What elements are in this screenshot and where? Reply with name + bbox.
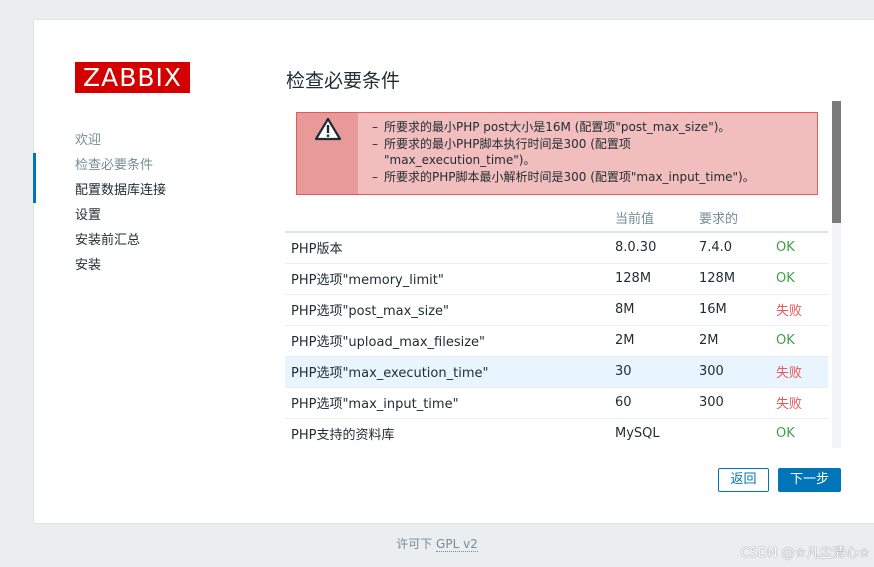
nav-step-install: 安装 <box>75 258 102 273</box>
row-required: 300 <box>699 356 776 388</box>
nav-step-check-prerequisites: 检查必要条件 <box>33 153 234 203</box>
next-step-button[interactable]: 下一步 <box>778 468 841 492</box>
row-required: 16M <box>699 294 776 326</box>
license-prefix: 许可下 <box>396 537 433 551</box>
row-name: PHP选项"memory_limit" <box>285 263 615 295</box>
row-name: PHP选项"max_input_time" <box>285 387 615 419</box>
row-status-ok: OK <box>776 263 828 295</box>
back-button[interactable]: 返回 <box>718 468 769 492</box>
alert-dash: – <box>372 120 378 134</box>
header-required: 要求的 <box>699 203 776 233</box>
error-alert: – 所要求的最小PHP post大小是16M (配置项"post_max_size… <box>296 112 818 195</box>
row-required <box>699 418 776 448</box>
zabbix-logo: ZABBIX <box>75 62 190 93</box>
prerequisites-scroll-area[interactable]: – 所要求的最小PHP post大小是16M (配置项"post_max_size… <box>285 101 842 448</box>
alert-text: 所要求的最小PHP post大小是16M (配置项"post_max_size"… <box>384 120 731 134</box>
row-current: 30 <box>615 356 699 388</box>
warning-icon <box>314 117 342 145</box>
row-current: MySQL <box>615 418 699 448</box>
row-current: 128M <box>615 263 699 295</box>
table-row-highlighted: PHP选项"max_execution_time" 30 300 失败 <box>285 356 828 388</box>
row-status-fail: 失败 <box>776 356 828 388</box>
csdn-watermark: CSDN @☆凡尘清心☆ <box>740 546 870 561</box>
vertical-scrollbar[interactable] <box>832 101 841 448</box>
setup-card: ZABBIX 欢迎 检查必要条件 配置数据库连接 设置 安装前汇总 安装 检查必… <box>33 19 874 524</box>
header-status <box>776 203 828 233</box>
row-name: PHP选项"upload_max_filesize" <box>285 325 615 357</box>
table-row: PHP选项"post_max_size" 8M 16M 失败 <box>285 294 828 326</box>
table-row: PHP选项"upload_max_filesize" 2M 2M OK <box>285 325 828 357</box>
row-required: 7.4.0 <box>699 232 776 264</box>
nav-step-summary: 安装前汇总 <box>75 233 141 248</box>
row-current: 60 <box>615 387 699 419</box>
alert-message: "max_execution_time")。 <box>372 152 809 169</box>
nav-step-db-connection: 配置数据库连接 <box>75 183 167 198</box>
nav-step-settings: 设置 <box>75 208 102 223</box>
row-status-fail: 失败 <box>776 387 828 419</box>
alert-message: – 所要求的PHP脚本最小解析时间是300 (配置项"max_input_time… <box>372 169 809 186</box>
row-required: 128M <box>699 263 776 295</box>
page-title: 检查必要条件 <box>286 70 401 92</box>
row-status-ok: OK <box>776 232 828 264</box>
row-name: PHP支持的资料库 <box>285 418 615 448</box>
table-row: PHP支持的资料库 MySQL OK <box>285 418 828 448</box>
row-name: PHP选项"post_max_size" <box>285 294 615 326</box>
header-current-value: 当前值 <box>615 203 699 233</box>
table-row: PHP选项"memory_limit" 128M 128M OK <box>285 263 828 295</box>
alert-text: 所要求的最小PHP脚本执行时间是300 (配置项 <box>384 136 631 151</box>
row-required: 300 <box>699 387 776 419</box>
alert-messages: – 所要求的最小PHP post大小是16M (配置项"post_max_size… <box>358 113 817 194</box>
alert-message: – 所要求的最小PHP脚本执行时间是300 (配置项 <box>372 136 809 153</box>
table-header-row: 当前值 要求的 <box>285 203 828 233</box>
alert-text: 所要求的PHP脚本最小解析时间是300 (配置项"max_input_time"… <box>384 169 755 184</box>
nav-step-welcome: 欢迎 <box>75 133 102 148</box>
row-name: PHP版本 <box>285 232 615 264</box>
row-current: 8.0.30 <box>615 232 699 264</box>
alert-text: "max_execution_time")。 <box>384 153 536 167</box>
alert-icon-box <box>297 113 358 194</box>
scrollbar-thumb[interactable] <box>832 101 841 223</box>
row-name: PHP选项"max_execution_time" <box>285 356 615 388</box>
setup-steps-nav: 欢迎 检查必要条件 配置数据库连接 设置 安装前汇总 安装 <box>33 128 234 278</box>
row-status-ok: OK <box>776 325 828 357</box>
table-row: PHP版本 8.0.30 7.4.0 OK <box>285 232 828 264</box>
license-link[interactable]: GPL v2 <box>436 537 478 552</box>
alert-dash <box>372 152 384 169</box>
row-status-fail: 失败 <box>776 294 828 326</box>
table-row: PHP选项"max_input_time" 60 300 失败 <box>285 387 828 419</box>
requirements-table: 当前值 要求的 PHP版本 8.0.30 7.4.0 OK PHP选项"memo… <box>285 203 828 448</box>
header-name <box>285 203 615 233</box>
row-status-ok: OK <box>776 418 828 448</box>
alert-message: – 所要求的最小PHP post大小是16M (配置项"post_max_size… <box>372 119 809 136</box>
row-current: 8M <box>615 294 699 326</box>
alert-dash: – <box>372 136 378 151</box>
row-required: 2M <box>699 325 776 357</box>
alert-dash: – <box>372 169 378 184</box>
row-current: 2M <box>615 325 699 357</box>
